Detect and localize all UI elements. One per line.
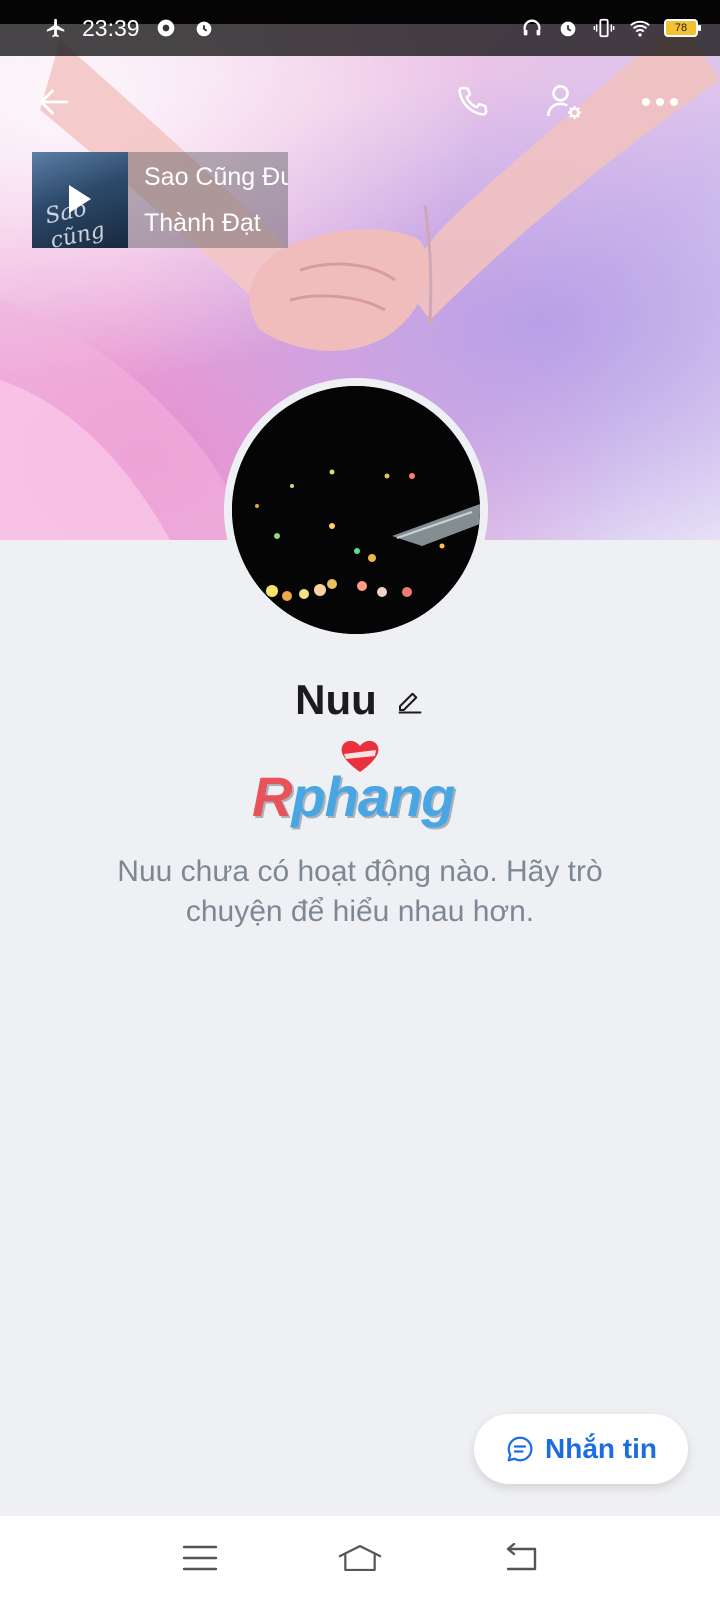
phone-icon xyxy=(458,86,488,116)
airplane-icon xyxy=(44,16,68,40)
alarm-icon xyxy=(556,16,580,40)
back-nav-button[interactable] xyxy=(498,1536,542,1580)
sticker-text: Rphang xyxy=(252,765,455,828)
music-artist: Thành Đạt xyxy=(144,209,261,237)
avatar-image xyxy=(232,386,480,634)
status-time: 23:39 xyxy=(82,14,140,41)
profile-sticker: Rphang xyxy=(246,738,474,828)
alarm-icon xyxy=(192,16,216,40)
music-info: Sao Cũng Đư Thành Đạt xyxy=(128,152,288,248)
back-icon xyxy=(506,1543,537,1571)
profile-settings-icon xyxy=(546,84,581,119)
empty-activity-message: Nuu chưa có hoạt động nào. Hãy trò chuyệ… xyxy=(117,855,603,928)
play-icon[interactable] xyxy=(69,185,91,213)
vibrate-icon xyxy=(592,16,616,40)
back-arrow-icon xyxy=(39,89,69,115)
message-button-label: Nhắn tin xyxy=(545,1433,657,1464)
chrome-icon xyxy=(154,16,178,40)
home-icon xyxy=(338,1544,382,1572)
profile-name: Nuu xyxy=(295,676,377,723)
profile-settings-button[interactable] xyxy=(542,80,586,124)
music-card[interactable]: Sao cũng được Sao Cũng Đư Thành Đạt xyxy=(32,152,288,248)
more-button[interactable] xyxy=(638,80,682,124)
menu-button[interactable] xyxy=(178,1536,222,1580)
back-button[interactable] xyxy=(32,80,76,124)
chat-bubble-icon xyxy=(505,1434,535,1464)
status-bar: 23:39 78 xyxy=(0,0,720,56)
menu-icon xyxy=(182,1545,218,1571)
name-row: Nuu xyxy=(0,676,720,724)
call-button[interactable] xyxy=(450,80,494,124)
avatar[interactable] xyxy=(224,378,488,642)
music-thumbnail: Sao cũng được xyxy=(32,152,128,248)
message-button[interactable]: Nhắn tin xyxy=(474,1414,688,1484)
music-title: Sao Cũng Đư xyxy=(144,163,288,191)
edit-name-icon[interactable] xyxy=(395,685,425,715)
navigation-bar xyxy=(0,1516,720,1600)
wifi-icon xyxy=(628,16,652,40)
home-button[interactable] xyxy=(338,1536,382,1580)
more-icon xyxy=(642,98,678,106)
battery-icon: 78 xyxy=(664,19,701,37)
headphones-icon xyxy=(520,16,544,40)
